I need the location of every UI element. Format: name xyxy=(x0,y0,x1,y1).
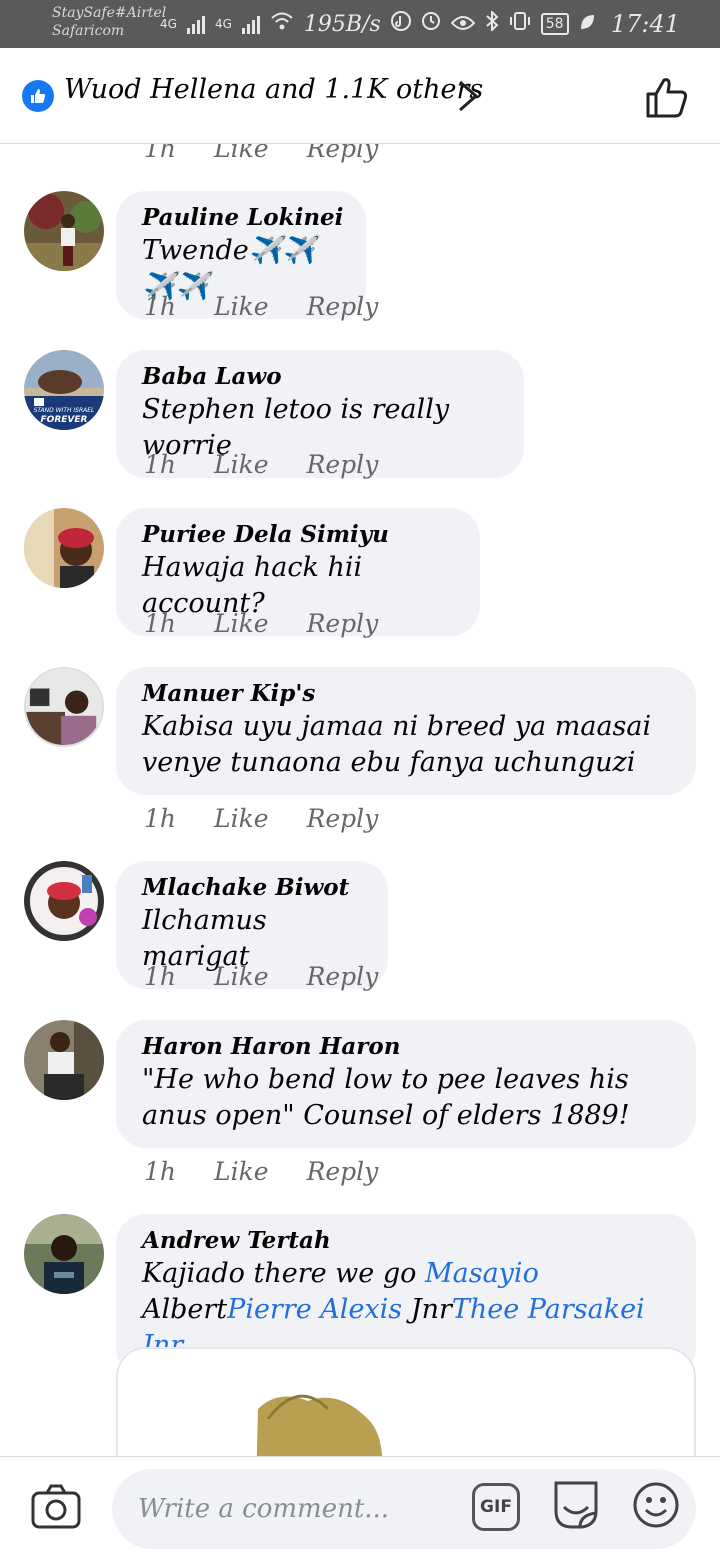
reactions-header: Wuod Hellena and 1.1K others xyxy=(0,48,720,144)
carrier-1: StaySafe#Airtel xyxy=(52,5,167,21)
status-bar: StaySafe#Airtel Safaricom 4G 4G 195B/s 5… xyxy=(0,0,720,48)
leaf-icon xyxy=(579,12,595,37)
carrier-2: Safaricom xyxy=(52,23,125,39)
comment-author[interactable]: Pauline Lokinei xyxy=(142,203,343,233)
comment-time: 1h xyxy=(144,450,177,479)
comment-actions: 1h Like Reply xyxy=(144,1157,378,1186)
comment-time: 1h xyxy=(144,609,177,638)
reply-link[interactable]: Reply xyxy=(307,962,379,991)
comment-author[interactable]: Puriee Dela Simiyu xyxy=(142,520,454,550)
comment-composer: GIF xyxy=(0,1456,720,1560)
comment-author[interactable]: Andrew Tertah xyxy=(142,1226,670,1256)
comment-text-part: Albert xyxy=(142,1294,228,1325)
eye-icon xyxy=(450,12,476,37)
comment-bubble[interactable]: Haron Haron Haron "He who bend low to pe… xyxy=(116,1020,696,1148)
comment-time: 1h xyxy=(144,1157,177,1186)
comment-author[interactable]: Haron Haron Haron xyxy=(142,1032,670,1062)
comment-time: 1h xyxy=(144,144,177,163)
comment-author[interactable]: Mlachake Biwot xyxy=(142,873,362,903)
avatar[interactable] xyxy=(24,508,104,588)
comment-bubble[interactable]: Manuer Kip's Kabisa uyu jamaa ni breed y… xyxy=(116,667,696,795)
svg-text:STAND WITH ISRAEL: STAND WITH ISRAEL xyxy=(34,407,95,414)
comment-text-part: Kajiado there we go xyxy=(142,1258,425,1289)
wifi-icon xyxy=(270,11,294,37)
like-link[interactable]: Like xyxy=(214,1157,269,1186)
svg-text:FOREVER: FOREVER xyxy=(41,415,88,425)
comment-time: 1h xyxy=(144,804,177,833)
like-link[interactable]: Like xyxy=(214,804,269,833)
chevron-right-icon[interactable] xyxy=(456,76,480,116)
comment-actions: 1h Like Reply xyxy=(144,292,378,321)
like-link[interactable]: Like xyxy=(214,962,269,991)
comment-text-part: Jnr xyxy=(402,1294,452,1325)
avatar[interactable] xyxy=(24,861,104,941)
network-type-1: 4G xyxy=(160,17,177,31)
comment-author[interactable]: Manuer Kip's xyxy=(142,679,670,709)
clock: 17:41 xyxy=(610,10,680,38)
comment-text: Kabisa uyu jamaa ni breed ya maasai veny… xyxy=(142,711,652,778)
like-reaction-icon xyxy=(22,80,54,112)
status-icons: 4G 4G 195B/s 58 17:41 xyxy=(160,8,680,40)
comment-actions: 1h Like Reply xyxy=(144,962,378,991)
like-link[interactable]: Like xyxy=(214,609,269,638)
reply-link[interactable]: Reply xyxy=(307,1157,379,1186)
avatar[interactable] xyxy=(24,1214,104,1294)
comment-actions: 1h Like Reply xyxy=(144,609,378,638)
avatar[interactable] xyxy=(24,667,104,747)
avatar[interactable]: STAND WITH ISRAEL FOREVER xyxy=(24,350,104,430)
reply-link[interactable]: Reply xyxy=(307,804,379,833)
mention-link[interactable]: Pierre Alexis xyxy=(227,1294,402,1325)
mention-link[interactable]: Masayio xyxy=(425,1258,539,1289)
reactions-summary[interactable]: Wuod Hellena and 1.1K others xyxy=(64,74,483,105)
signal-icon-2 xyxy=(241,14,260,34)
tiktok-icon xyxy=(390,11,411,37)
reply-link[interactable]: Reply xyxy=(307,144,379,163)
vibrate-icon xyxy=(509,11,531,37)
comment-author[interactable]: Baba Lawo xyxy=(142,362,498,392)
sticker-icon[interactable] xyxy=(550,1477,602,1533)
battery-icon: 58 xyxy=(540,13,569,35)
comment-time: 1h xyxy=(144,962,177,991)
comment-text: "He who bend low to pee leaves his anus … xyxy=(142,1064,630,1131)
reply-link[interactable]: Reply xyxy=(307,609,379,638)
data-speed: 195B/s xyxy=(303,11,381,37)
comment-list[interactable]: 1h Like Reply Pauline Lokinei Twende✈️✈️… xyxy=(0,144,720,1456)
camera-icon[interactable] xyxy=(30,1481,82,1533)
signal-icon-1 xyxy=(186,14,205,34)
comment-time: 1h xyxy=(144,292,177,321)
avatar[interactable] xyxy=(24,1020,104,1100)
like-link[interactable]: Like xyxy=(214,144,269,163)
comments-sheet: Wuod Hellena and 1.1K others 1h Like Rep… xyxy=(0,48,720,1560)
gif-button[interactable]: GIF xyxy=(472,1483,520,1531)
comment-actions-previous: 1h Like Reply xyxy=(144,144,378,163)
comment-actions: 1h Like Reply xyxy=(144,450,378,479)
like-thumb-icon[interactable] xyxy=(644,74,690,120)
emoji-icon[interactable] xyxy=(632,1481,680,1529)
reply-link[interactable]: Reply xyxy=(307,450,379,479)
bluetooth-icon xyxy=(485,9,499,37)
comment-actions: 1h Like Reply xyxy=(144,804,378,833)
comment-image-attachment[interactable] xyxy=(116,1347,696,1456)
attached-photo xyxy=(118,1349,694,1456)
reply-link[interactable]: Reply xyxy=(307,292,379,321)
like-link[interactable]: Like xyxy=(214,450,269,479)
network-type-2: 4G xyxy=(214,17,232,31)
avatar[interactable] xyxy=(24,191,104,271)
alarm-icon xyxy=(421,11,441,37)
carrier-names: StaySafe#Airtel Safaricom xyxy=(52,4,166,40)
comment-input[interactable] xyxy=(112,1469,696,1549)
like-link[interactable]: Like xyxy=(214,292,269,321)
